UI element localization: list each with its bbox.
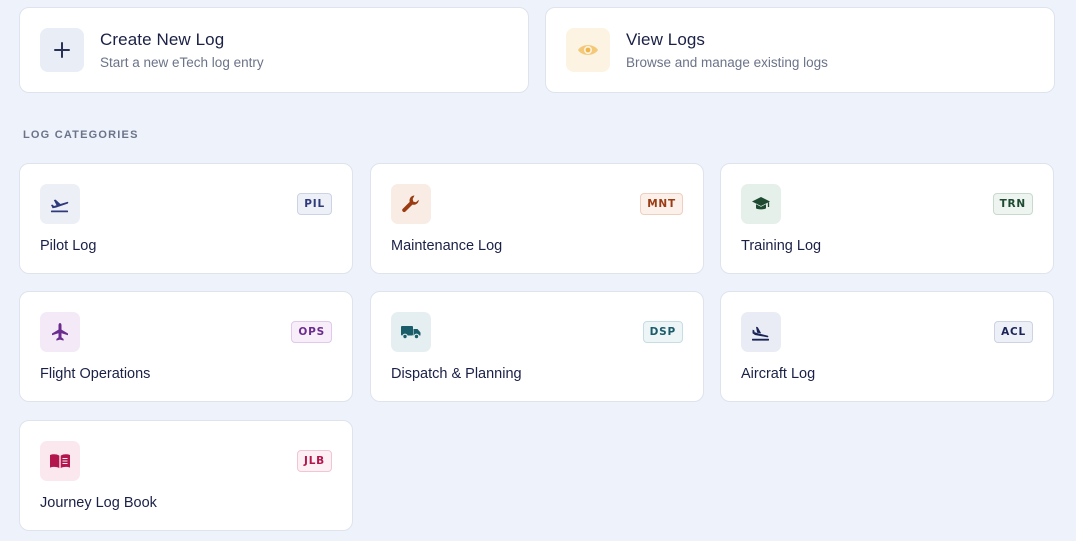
view-logs-subtitle: Browse and manage existing logs bbox=[626, 55, 828, 70]
create-new-log-subtitle: Start a new eTech log entry bbox=[100, 55, 264, 70]
category-card-flight-operations[interactable]: OPS Flight Operations bbox=[19, 291, 353, 402]
create-new-log-title: Create New Log bbox=[100, 30, 225, 49]
truck-icon bbox=[391, 312, 431, 352]
plane-landing-icon bbox=[741, 312, 781, 352]
category-code-badge: PIL bbox=[297, 193, 332, 215]
category-name: Training Log bbox=[741, 238, 822, 254]
category-card-pilot-log[interactable]: PIL Pilot Log bbox=[19, 163, 353, 274]
category-code-badge: JLB bbox=[296, 450, 332, 472]
category-name: Dispatch & Planning bbox=[391, 366, 522, 382]
category-code-badge: MNT bbox=[640, 193, 683, 215]
plane-takeoff-icon bbox=[40, 184, 80, 224]
category-card-journey-log-book[interactable]: JLB Journey Log Book bbox=[19, 420, 353, 531]
view-logs-card[interactable]: View Logs Browse and manage existing log… bbox=[545, 7, 1055, 93]
log-categories-heading: LOG CATEGORIES bbox=[23, 129, 139, 141]
category-code-badge: ACL bbox=[994, 321, 1033, 343]
plus-icon bbox=[40, 28, 84, 72]
view-logs-title: View Logs bbox=[626, 30, 706, 49]
category-name: Flight Operations bbox=[40, 366, 151, 382]
category-name: Pilot Log bbox=[40, 238, 97, 254]
category-card-maintenance-log[interactable]: MNT Maintenance Log bbox=[370, 163, 704, 274]
category-name: Aircraft Log bbox=[741, 366, 816, 382]
category-name: Maintenance Log bbox=[391, 238, 503, 254]
category-code-badge: DSP bbox=[642, 321, 683, 343]
wrench-icon bbox=[391, 184, 431, 224]
eye-icon bbox=[566, 28, 610, 72]
category-card-aircraft-log[interactable]: ACL Aircraft Log bbox=[720, 291, 1054, 402]
category-card-training-log[interactable]: TRN Training Log bbox=[720, 163, 1054, 274]
category-card-dispatch-planning[interactable]: DSP Dispatch & Planning bbox=[370, 291, 704, 402]
category-code-badge: OPS bbox=[291, 321, 332, 343]
create-new-log-card[interactable]: Create New Log Start a new eTech log ent… bbox=[19, 7, 529, 93]
category-name: Journey Log Book bbox=[40, 495, 157, 511]
graduation-cap-icon bbox=[741, 184, 781, 224]
book-icon bbox=[40, 441, 80, 481]
airplane-icon bbox=[40, 312, 80, 352]
category-code-badge: TRN bbox=[992, 193, 1033, 215]
